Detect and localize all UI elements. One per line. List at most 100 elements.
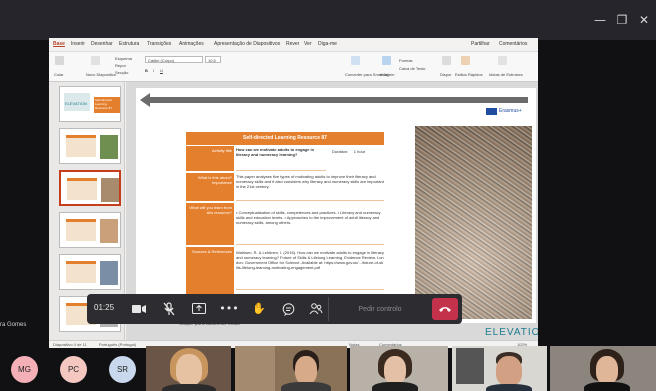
new-slide-icon[interactable] [91, 56, 100, 65]
participant-body [486, 384, 532, 391]
row-text-about: This paper analyses five types of motiva… [236, 174, 384, 201]
card-title: Self-directed Learning Resource 87 [186, 132, 384, 145]
slide-thumbnail-selected[interactable] [59, 170, 121, 206]
participant-video[interactable] [146, 346, 231, 391]
underline-button[interactable]: U [160, 68, 163, 73]
toolbar-divider [328, 297, 329, 321]
tab-home[interactable]: Base [53, 41, 65, 47]
avatar-initials: MG [18, 365, 31, 374]
section-button[interactable]: Secção [115, 70, 128, 75]
participant-avatar[interactable]: PC [60, 356, 87, 383]
slide-thumbnail[interactable] [59, 254, 121, 290]
participant-face [176, 354, 202, 386]
ribbon-tab-bar: Base Inserir Desenhar Estrutura Transiçõ… [49, 38, 538, 52]
font-name-select[interactable]: Calibri (Corpo) [145, 56, 203, 63]
background-shelf [235, 346, 275, 391]
comments-link[interactable]: Comentários [499, 41, 527, 47]
meeting-control-bar: 01:25 ••• ✋ Pedir controlo [87, 294, 462, 324]
chat-button[interactable] [278, 300, 298, 318]
minimize-button[interactable]: — [590, 12, 610, 28]
ribbon-home: Colar Novo Diapositivo Esquema Repor Sec… [49, 52, 538, 82]
paste-icon[interactable] [55, 56, 64, 65]
raise-hand-icon: ✋ [252, 302, 266, 315]
row-label-activity: Activity title [186, 146, 234, 171]
designer-icon[interactable] [498, 56, 507, 65]
row-text-sources: Wahlsen, R. & Lehtinen, I. (2016). How c… [236, 250, 384, 290]
current-slide[interactable]: Erasmus+ Self-directed Learning Resource… [136, 88, 538, 338]
language-indicator: Português (Portugal) [99, 342, 136, 347]
participant-avatar[interactable]: MG [11, 356, 38, 383]
participants-button[interactable] [306, 300, 326, 318]
participant-face [295, 356, 317, 384]
layout-button[interactable]: Esquema [115, 56, 132, 61]
decorative-arrow-bar [148, 97, 528, 103]
participant-video[interactable] [452, 346, 547, 391]
request-control-button[interactable]: Pedir controlo [335, 299, 425, 319]
tab-tell-me[interactable]: Diga-me [318, 41, 337, 47]
thumbnail-table [67, 178, 97, 200]
restore-icon: ❐ [616, 13, 628, 27]
quick-styles-label: Estilos Rápidos [455, 72, 483, 77]
font-size-select[interactable]: 10,5 [205, 56, 221, 63]
participants-icon [309, 303, 323, 315]
tab-animations[interactable]: Animações [179, 41, 204, 47]
raise-hand-button[interactable]: ✋ [249, 300, 269, 318]
close-icon: ✕ [638, 13, 650, 27]
tab-draw[interactable]: Desenhar [91, 41, 113, 47]
row-text-learn: • Conceptualisation of skills, competenc… [236, 210, 384, 245]
designer-label: Ideias de Estrutura [489, 72, 523, 77]
participant-video[interactable] [550, 346, 656, 391]
thumbnail-title: Self-directed Learning Resource 87 [94, 97, 120, 113]
thumbnail-table [66, 219, 96, 241]
eu-flag-icon [486, 108, 497, 115]
teams-meeting-window: — ❐ ✕ Base Inserir Desenhar Estrutura Tr… [0, 0, 656, 391]
slide-thumbnail[interactable]: ELEVATION Self-directed Learning Resourc… [59, 86, 121, 122]
quick-styles-icon[interactable] [461, 56, 470, 65]
duration-label: Duration: 1 hour [332, 149, 366, 154]
tab-insert[interactable]: Inserir [71, 41, 85, 47]
reset-button[interactable]: Repor [115, 63, 126, 68]
camera-button[interactable] [129, 300, 149, 318]
shapes-button[interactable]: Formas [399, 58, 413, 63]
participant-video[interactable] [350, 346, 448, 391]
more-icon: ••• [219, 302, 239, 315]
tab-slideshow[interactable]: Apresentação de Diapositivos [214, 41, 280, 47]
slide-thumbnail[interactable] [59, 128, 121, 164]
italic-button[interactable]: I [153, 68, 154, 73]
participant-avatar[interactable]: SR [109, 356, 136, 383]
chat-icon [282, 303, 294, 316]
bold-button[interactable]: B [145, 68, 148, 73]
share-screen-icon [192, 303, 206, 314]
share-screen-button[interactable] [189, 300, 209, 318]
tab-view[interactable]: Ver [304, 41, 312, 47]
participant-video[interactable] [235, 346, 347, 391]
shapes-icon[interactable] [351, 56, 360, 65]
elevation-logo: ELEVATION [485, 327, 538, 338]
row-label-about: What is this about? Importance [186, 173, 234, 201]
tab-review[interactable]: Rever [286, 41, 299, 47]
arrange-label: Dispor [440, 72, 452, 77]
share-link[interactable]: Partilhar [471, 41, 490, 47]
meeting-timer: 01:25 [94, 303, 115, 312]
slide-thumbnail[interactable] [59, 212, 121, 248]
row-label-learn: What will you learn from this resource? [186, 203, 234, 245]
more-options-button[interactable]: ••• [219, 300, 239, 318]
mic-button[interactable] [159, 300, 179, 318]
mic-off-icon [163, 302, 175, 316]
tab-transitions[interactable]: Transições [147, 41, 171, 47]
restore-button[interactable]: ❐ [612, 12, 632, 28]
thumbnail-photo [101, 178, 119, 202]
picture-icon[interactable] [382, 56, 391, 65]
tab-design[interactable]: Estrutura [119, 41, 139, 47]
hang-up-button[interactable] [432, 298, 458, 320]
erasmus-logo: Erasmus+ [499, 108, 522, 114]
row-text-activity: How can we motivate adults to engage in … [236, 147, 326, 171]
close-button[interactable]: ✕ [634, 12, 654, 28]
pencils-photo-shading [415, 126, 532, 319]
arrange-icon[interactable] [442, 56, 451, 65]
text-box-button[interactable]: Caixa de Texto [399, 66, 425, 71]
hang-up-icon [439, 307, 451, 312]
meeting-title-bar: — ❐ ✕ [0, 0, 656, 40]
slide-counter: Diapositivo 4 de 11 [53, 342, 87, 347]
minimize-icon: — [594, 13, 606, 27]
